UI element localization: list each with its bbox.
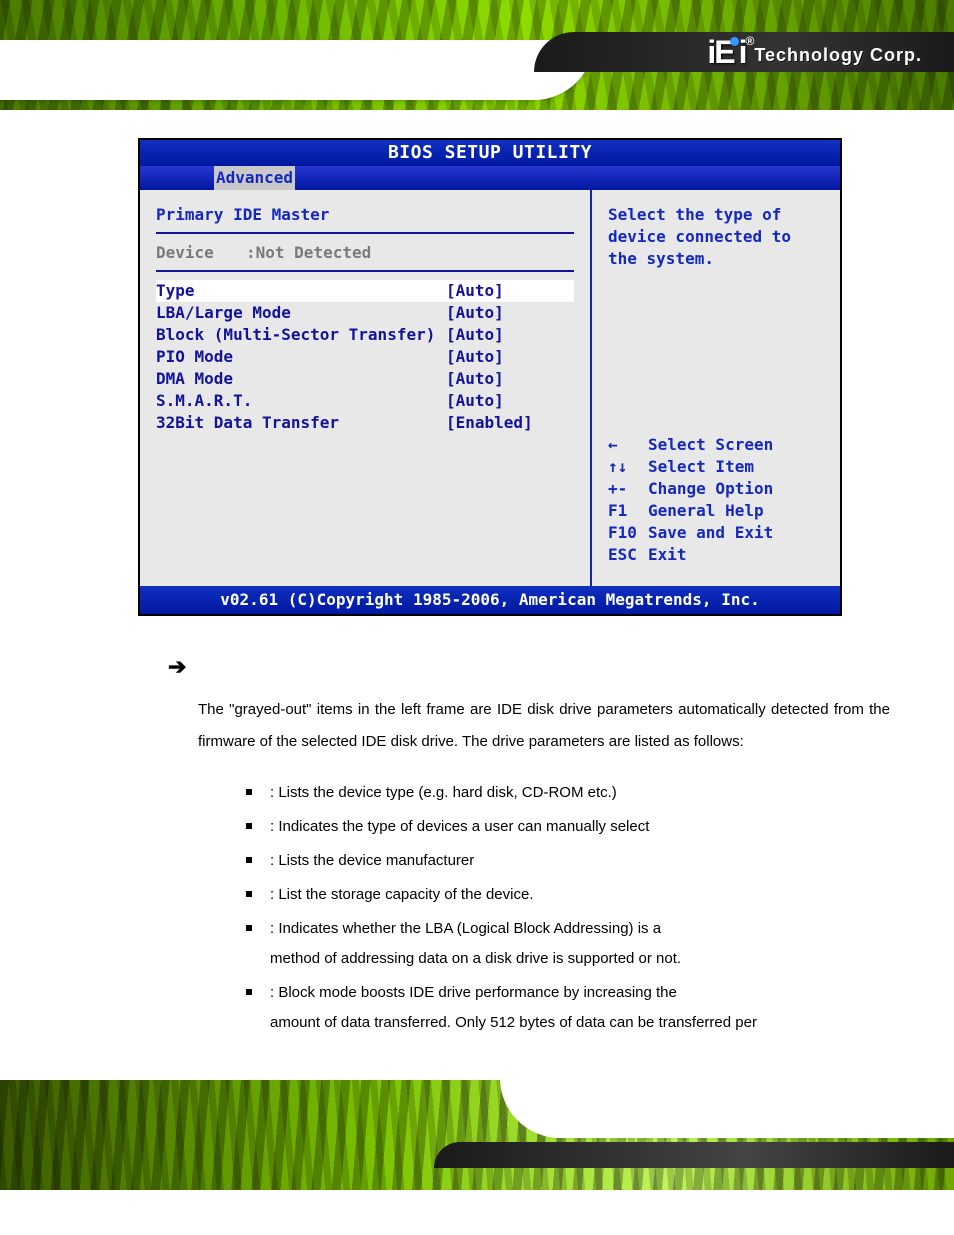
list-text: : Indicates whether the LBA (Logical Blo… [270, 920, 661, 937]
bios-tab-row: Advanced [140, 166, 840, 190]
list-item: : Lists the device manufacturer [246, 844, 890, 878]
list-text: : Indicates the type of devices a user c… [270, 818, 649, 835]
bios-right-pane: Select the type of device connected to t… [592, 190, 840, 586]
list-item: : Indicates the type of devices a user c… [246, 810, 890, 844]
key-glyph: ↑↓ [608, 456, 648, 478]
bios-left-pane: Primary IDE Master Device :Not Detected … [140, 190, 592, 586]
key-glyph: ESC [608, 544, 648, 566]
option-value: [Auto] [446, 368, 504, 390]
list-item: : Lists the device type (e.g. hard disk,… [246, 776, 890, 810]
bios-option-smart[interactable]: S.M.A.R.T. [Auto] [156, 390, 574, 412]
bios-tab-advanced[interactable]: Advanced [214, 166, 295, 190]
key-glyph: +- [608, 478, 648, 500]
key-glyph: F10 [608, 522, 648, 544]
list-text: : Lists the device manufacturer [270, 852, 474, 869]
bios-device-value: :Not Detected [246, 242, 371, 264]
key-row: ←Select Screen [608, 434, 828, 456]
bios-option-32bit[interactable]: 32Bit Data Transfer [Enabled] [156, 412, 574, 434]
list-text: : Lists the device type (e.g. hard disk,… [270, 784, 617, 801]
intro-paragraph: The "grayed-out" items in the left frame… [198, 694, 890, 758]
option-label: DMA Mode [156, 368, 446, 390]
key-action: Select Item [648, 457, 754, 476]
bios-window: BIOS SETUP UTILITY Advanced Primary IDE … [138, 138, 842, 616]
brand-dot-icon [730, 37, 739, 46]
bios-device-row: Device :Not Detected [156, 242, 574, 264]
list-text: : Block mode boosts IDE drive performanc… [270, 984, 677, 1001]
brand-tagline: Technology Corp. [754, 45, 922, 65]
bios-footer: v02.61 (C)Copyright 1985-2006, American … [140, 586, 840, 614]
list-text-cont: amount of data transferred. Only 512 byt… [270, 1011, 890, 1035]
top-banner: iEi®Technology Corp. [0, 0, 954, 110]
key-action: General Help [648, 501, 764, 520]
option-value: [Auto] [446, 346, 504, 368]
option-label: 32Bit Data Transfer [156, 412, 446, 434]
bottom-banner-dark-bar [434, 1142, 954, 1168]
bios-device-label: Device [156, 242, 246, 264]
option-value: [Auto] [446, 390, 504, 412]
bios-title-bar: BIOS SETUP UTILITY [140, 140, 840, 166]
list-item: : Block mode boosts IDE drive performanc… [246, 976, 890, 1040]
option-value: [Enabled] [446, 412, 533, 434]
key-row: ↑↓Select Item [608, 456, 828, 478]
option-label: LBA/Large Mode [156, 302, 446, 324]
bios-key-legend: ←Select Screen ↑↓Select Item +-Change Op… [608, 434, 828, 566]
key-glyph: F1 [608, 500, 648, 522]
option-value: [Auto] [446, 324, 504, 346]
bios-option-block[interactable]: Block (Multi-Sector Transfer) [Auto] [156, 324, 574, 346]
key-action: Change Option [648, 479, 773, 498]
option-value: [Auto] [446, 280, 504, 302]
divider [156, 232, 574, 234]
key-action: Exit [648, 545, 687, 564]
key-action: Save and Exit [648, 523, 773, 542]
key-action: Select Screen [648, 435, 773, 454]
bios-help-text: Select the type of device connected to t… [608, 204, 828, 434]
top-banner-white-curve [0, 40, 594, 100]
brand-registered: ® [745, 34, 754, 48]
list-text-cont: method of addressing data on a disk driv… [270, 947, 890, 971]
bios-option-type[interactable]: Type [Auto] [156, 280, 574, 302]
list-text: : List the storage capacity of the devic… [270, 886, 533, 903]
bios-section-heading: Primary IDE Master [156, 204, 574, 226]
key-glyph: ← [608, 434, 648, 456]
brand-logo: iEi®Technology Corp. [707, 34, 922, 71]
document-body: ➔ The "grayed-out" items in the left fra… [138, 654, 890, 1040]
divider [156, 270, 574, 272]
option-label: PIO Mode [156, 346, 446, 368]
option-value: [Auto] [446, 302, 504, 324]
bios-body: Primary IDE Master Device :Not Detected … [140, 190, 840, 586]
list-item: : List the storage capacity of the devic… [246, 878, 890, 912]
option-label: Block (Multi-Sector Transfer) [156, 324, 446, 346]
bottom-banner [0, 1080, 954, 1190]
key-row: ESCExit [608, 544, 828, 566]
bios-option-pio[interactable]: PIO Mode [Auto] [156, 346, 574, 368]
list-item: : Indicates whether the LBA (Logical Blo… [246, 912, 890, 976]
option-label: Type [156, 280, 446, 302]
bottom-banner-white-curve [500, 1080, 954, 1138]
arrow-icon: ➔ [168, 654, 890, 680]
bios-option-lba[interactable]: LBA/Large Mode [Auto] [156, 302, 574, 324]
parameter-list: : Lists the device type (e.g. hard disk,… [246, 776, 890, 1040]
option-label: S.M.A.R.T. [156, 390, 446, 412]
bios-option-dma[interactable]: DMA Mode [Auto] [156, 368, 574, 390]
key-row: F10Save and Exit [608, 522, 828, 544]
key-row: F1General Help [608, 500, 828, 522]
key-row: +-Change Option [608, 478, 828, 500]
